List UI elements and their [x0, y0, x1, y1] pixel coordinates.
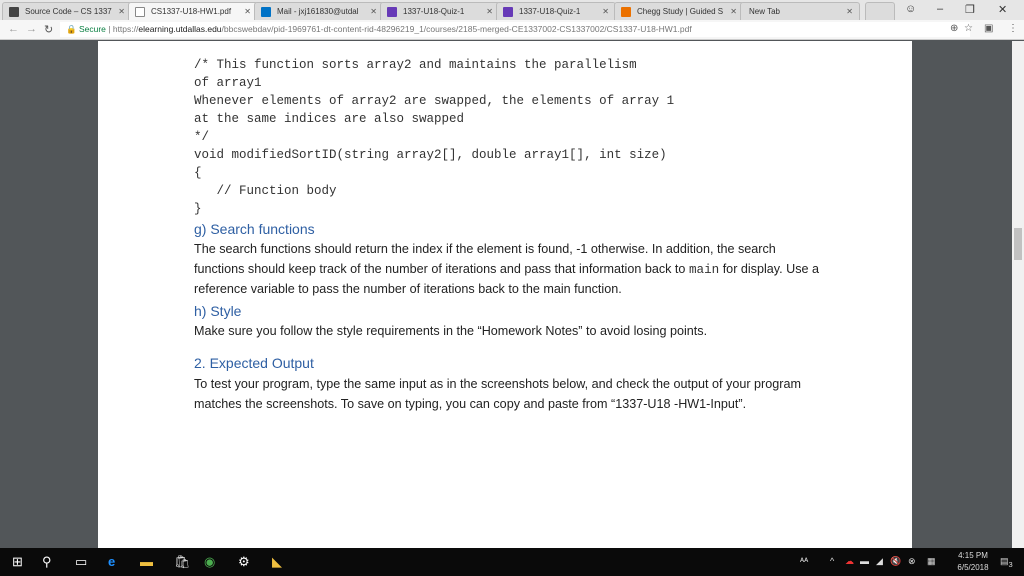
tab-label: 1337-U18-Quiz-1 — [403, 7, 465, 16]
url-path: /bbcswebdav/pid-1969761-dt-content-rid-4… — [221, 24, 692, 34]
action-center-icon[interactable]: ▤3 — [1000, 556, 1013, 569]
windows-start-icon[interactable]: ⊞ — [12, 554, 23, 570]
inline-code: main — [688, 262, 720, 277]
onedrive-icon[interactable]: ☁ — [845, 556, 854, 567]
code-line: of array1 — [194, 76, 262, 90]
video-icon — [9, 7, 19, 17]
tab[interactable]: 1337-U18-Quiz-1 ✕ — [380, 2, 500, 20]
pinned-app-icon[interactable]: ◣ — [272, 554, 282, 570]
profile-icon[interactable]: ☺ — [905, 3, 916, 15]
minimize-button[interactable]: – — [937, 3, 943, 15]
tab-label: New Tab — [749, 7, 780, 16]
tab-label: Mail - jxj161830@utdal — [277, 7, 359, 16]
tab[interactable]: Chegg Study | Guided S ✕ — [614, 2, 744, 20]
heading-search-functions: g) Search functions — [194, 221, 315, 237]
code-line: at the same indices are also swapped — [194, 112, 465, 126]
paragraph-search-functions: The search functions should return the i… — [194, 240, 824, 300]
extension-icon[interactable]: ▣ — [984, 23, 993, 34]
app-icon[interactable]: ⚙ — [238, 554, 250, 570]
forward-button[interactable]: → — [26, 23, 37, 35]
tab-bar: Source Code – CS 1337 ✕ CS1337-U18-HW1.pdf… — [0, 0, 1024, 20]
tab-close-icon[interactable]: ✕ — [486, 7, 493, 16]
lock-icon: 🔒 — [66, 24, 77, 34]
tab-close-icon[interactable]: ✕ — [602, 7, 609, 16]
close-window-button[interactable]: ✕ — [998, 3, 1007, 16]
menu-icon[interactable]: ⋮ — [1008, 23, 1018, 34]
taskbar: ⊞ ⚲ ▭ e ▬ 🛍 ◉ ⚙ ◣ ᴬᴬ ^ ☁ ▬ ◢ 🔇 ⊗ ▦ 4:15 … — [0, 548, 1024, 576]
code-line: Whenever elements of array2 are swapped,… — [194, 94, 675, 108]
tab[interactable]: CS1337-U18-HW1.pdf ✕ — [128, 2, 258, 20]
url-input[interactable]: 🔒 Secure | https://elearning.utdallas.ed… — [60, 22, 970, 37]
outlook-icon — [261, 7, 271, 17]
code-line: // Function body — [194, 184, 337, 198]
scrollbar-thumb[interactable] — [1014, 228, 1022, 260]
tab[interactable]: New Tab ✕ — [740, 2, 860, 20]
tab[interactable]: Mail - jxj161830@utdal ✕ — [254, 2, 384, 20]
clock[interactable]: 4:15 PM 6/5/2018 — [955, 551, 991, 572]
address-bar-row: ← → ↻ 🔒 Secure | https://elearning.utdal… — [0, 20, 1024, 40]
chegg-icon — [621, 7, 631, 17]
pdf-page: /* This function sorts array2 and mainta… — [98, 41, 912, 548]
store-icon[interactable]: 🛍 — [174, 554, 191, 570]
scrollbar[interactable] — [1012, 41, 1024, 548]
chrome-icon[interactable]: ◉ — [204, 554, 215, 570]
search-icon[interactable]: ⚲ — [42, 554, 52, 570]
tab-label: Chegg Study | Guided S — [637, 7, 724, 16]
ime-icon[interactable]: ▦ — [927, 556, 936, 567]
tab-close-icon[interactable]: ✕ — [846, 7, 853, 16]
tab-close-icon[interactable]: ✕ — [370, 7, 377, 16]
code-line: /* This function sorts array2 and mainta… — [194, 58, 637, 72]
document-icon — [135, 7, 145, 17]
tab[interactable]: 1337-U18-Quiz-1 ✕ — [496, 2, 616, 20]
back-button[interactable]: ← — [8, 23, 19, 35]
paragraph-expected-output: To test your program, type the same inpu… — [194, 377, 801, 411]
url-scheme: https:// — [112, 24, 139, 34]
restore-button[interactable]: ❐ — [965, 3, 975, 16]
tab[interactable]: Source Code – CS 1337 ✕ — [2, 2, 132, 20]
forms-icon — [387, 7, 397, 17]
paragraph-style: Make sure you follow the style requireme… — [194, 324, 708, 338]
code-line: void modifiedSortID(string array2[], dou… — [194, 148, 667, 162]
tab-close-icon[interactable]: ✕ — [244, 7, 251, 16]
tab-label: 1337-U18-Quiz-1 — [519, 7, 581, 16]
reload-button[interactable]: ↻ — [44, 23, 53, 36]
people-icon[interactable]: ᴬᴬ — [800, 556, 808, 566]
wifi-icon[interactable]: ◢ — [876, 556, 883, 567]
heading-expected-output: 2. Expected Output — [194, 355, 314, 371]
date: 6/5/2018 — [957, 563, 989, 572]
file-explorer-icon[interactable]: ▬ — [140, 554, 153, 569]
url-domain: elearning.utdallas.edu — [138, 24, 222, 34]
secure-label: Secure — [78, 24, 106, 34]
time: 4:15 PM — [958, 551, 988, 560]
battery-icon[interactable]: ▬ — [860, 556, 869, 566]
task-view-icon[interactable]: ▭ — [75, 554, 87, 570]
code-line: } — [194, 202, 202, 216]
notification-count: 3 — [1008, 559, 1013, 569]
new-tab-button[interactable] — [865, 2, 895, 20]
code-line: */ — [194, 130, 210, 144]
volume-muted-icon[interactable]: 🔇 — [890, 556, 901, 567]
status-icon[interactable]: ⊗ — [908, 556, 916, 567]
tab-close-icon[interactable]: ✕ — [118, 7, 125, 16]
tab-label: Source Code – CS 1337 — [25, 7, 112, 16]
show-hidden-icons[interactable]: ^ — [830, 556, 834, 566]
bookmark-star-icon[interactable]: ☆ — [964, 23, 973, 34]
code-line: { — [194, 166, 202, 180]
edge-icon[interactable]: e — [108, 554, 115, 569]
tab-label: CS1337-U18-HW1.pdf — [151, 7, 232, 16]
heading-style: h) Style — [194, 303, 242, 319]
forms-icon — [503, 7, 513, 17]
tab-close-icon[interactable]: ✕ — [730, 7, 737, 16]
zoom-icon[interactable]: ⊕ — [950, 23, 958, 34]
